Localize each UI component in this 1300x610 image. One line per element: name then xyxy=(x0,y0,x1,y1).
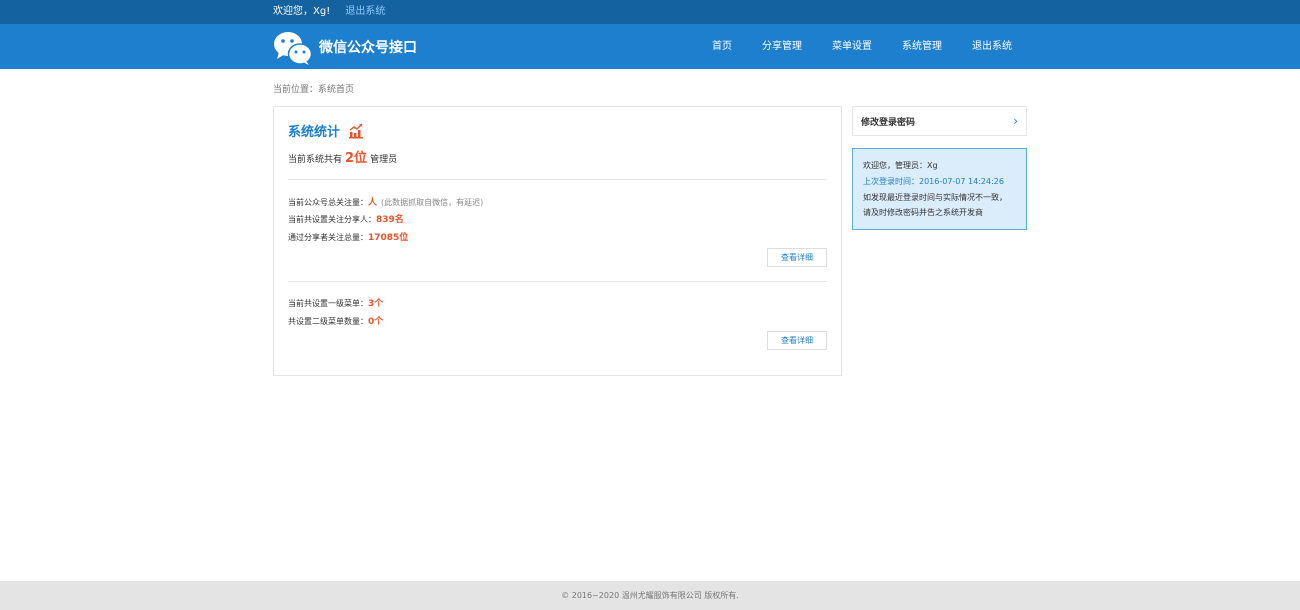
followers-note: (此数据抓取自微信，有延迟) xyxy=(381,198,484,207)
menu2-value: 0个 xyxy=(368,317,384,327)
view-menu-details-button[interactable]: 查看详细 xyxy=(767,331,827,350)
last-login-time: 上次登录时间：2016-07-07 14:24:26 xyxy=(863,177,1004,186)
header: 微信公众号接口 首页 分享管理 菜单设置 系统管理 退出系统 xyxy=(0,24,1300,69)
sharers-label: 当前共设置关注分享人： xyxy=(288,215,376,224)
sidebar: 修改登录密码 › 欢迎您，管理员：Xg 上次登录时间：2016-07-07 14… xyxy=(852,106,1027,230)
stats-panel: 系统统计 当前系统共有 2位 管理员 当前公众号总关注量： 人 (此数据抓取自微… xyxy=(273,106,842,376)
shared-follow-value: 17085位 xyxy=(368,233,409,243)
admin-welcome: 欢迎您，管理员：Xg xyxy=(863,161,938,170)
panel-title: 系统统计 xyxy=(288,121,364,140)
divider xyxy=(288,179,827,180)
menu1-value: 3个 xyxy=(368,299,384,309)
menu1-line: 当前共设置一级菜单： 3个 xyxy=(288,296,383,309)
change-password-label: 修改登录密码 xyxy=(861,117,916,128)
sharers-value: 839名 xyxy=(376,215,404,225)
app-title: 微信公众号接口 xyxy=(319,39,417,56)
menu1-label: 当前共设置一级菜单： xyxy=(288,299,368,308)
chart-icon xyxy=(349,123,364,138)
divider xyxy=(288,281,827,282)
admin-count: 2位 xyxy=(345,151,368,166)
login-info-box: 欢迎您，管理员：Xg 上次登录时间：2016-07-07 14:24:26 如发… xyxy=(852,148,1027,230)
chevron-right-icon: › xyxy=(1013,114,1018,128)
followers-label: 当前公众号总关注量： xyxy=(288,198,368,207)
nav-system-management[interactable]: 系统管理 xyxy=(887,24,957,69)
stats-title: 系统统计 xyxy=(288,125,341,140)
admin-suffix: 管理员 xyxy=(370,155,398,165)
followers-line: 当前公众号总关注量： 人 (此数据抓取自微信，有延迟) xyxy=(288,195,483,208)
followers-value: 人 xyxy=(368,198,378,208)
view-details-button[interactable]: 查看详细 xyxy=(767,248,827,267)
nav-home[interactable]: 首页 xyxy=(697,24,747,69)
nav-share-management[interactable]: 分享管理 xyxy=(747,24,817,69)
nav-menu-settings[interactable]: 菜单设置 xyxy=(817,24,887,69)
security-warning-2: 请及时修改密码并告之系统开发商 xyxy=(863,208,983,217)
breadcrumb: 当前位置：系统首页 xyxy=(273,85,355,95)
main-nav: 首页 分享管理 菜单设置 系统管理 退出系统 xyxy=(697,24,1027,69)
menu2-label: 共设置二级菜单数量： xyxy=(288,317,368,326)
main-content: 系统统计 当前系统共有 2位 管理员 当前公众号总关注量： 人 (此数据抓取自微… xyxy=(273,106,1027,376)
shared-follow-label: 通过分享者关注总量： xyxy=(288,233,368,242)
wechat-logo-icon xyxy=(274,31,313,65)
footer: © 2016~2020 温州尤耀服饰有限公司 版权所有. xyxy=(0,581,1300,610)
menu2-line: 共设置二级菜单数量： 0个 xyxy=(288,314,383,327)
admin-prefix: 当前系统共有 xyxy=(288,155,343,165)
logo[interactable]: 微信公众号接口 xyxy=(273,28,417,66)
logout-link[interactable]: 退出系统 xyxy=(345,6,385,17)
sharers-line: 当前共设置关注分享人： 839名 xyxy=(288,212,404,225)
welcome-text: 欢迎您，Xg! xyxy=(273,6,331,17)
nav-logout[interactable]: 退出系统 xyxy=(957,24,1027,69)
top-bar: 欢迎您，Xg! 退出系统 xyxy=(0,0,1300,24)
change-password-link[interactable]: 修改登录密码 › xyxy=(852,106,1027,136)
security-warning-1: 如发现最近登录时间与实际情况不一致， xyxy=(863,193,1007,202)
shared-follow-line: 通过分享者关注总量： 17085位 xyxy=(288,230,408,243)
admin-count-line: 当前系统共有 2位 管理员 xyxy=(288,147,397,166)
